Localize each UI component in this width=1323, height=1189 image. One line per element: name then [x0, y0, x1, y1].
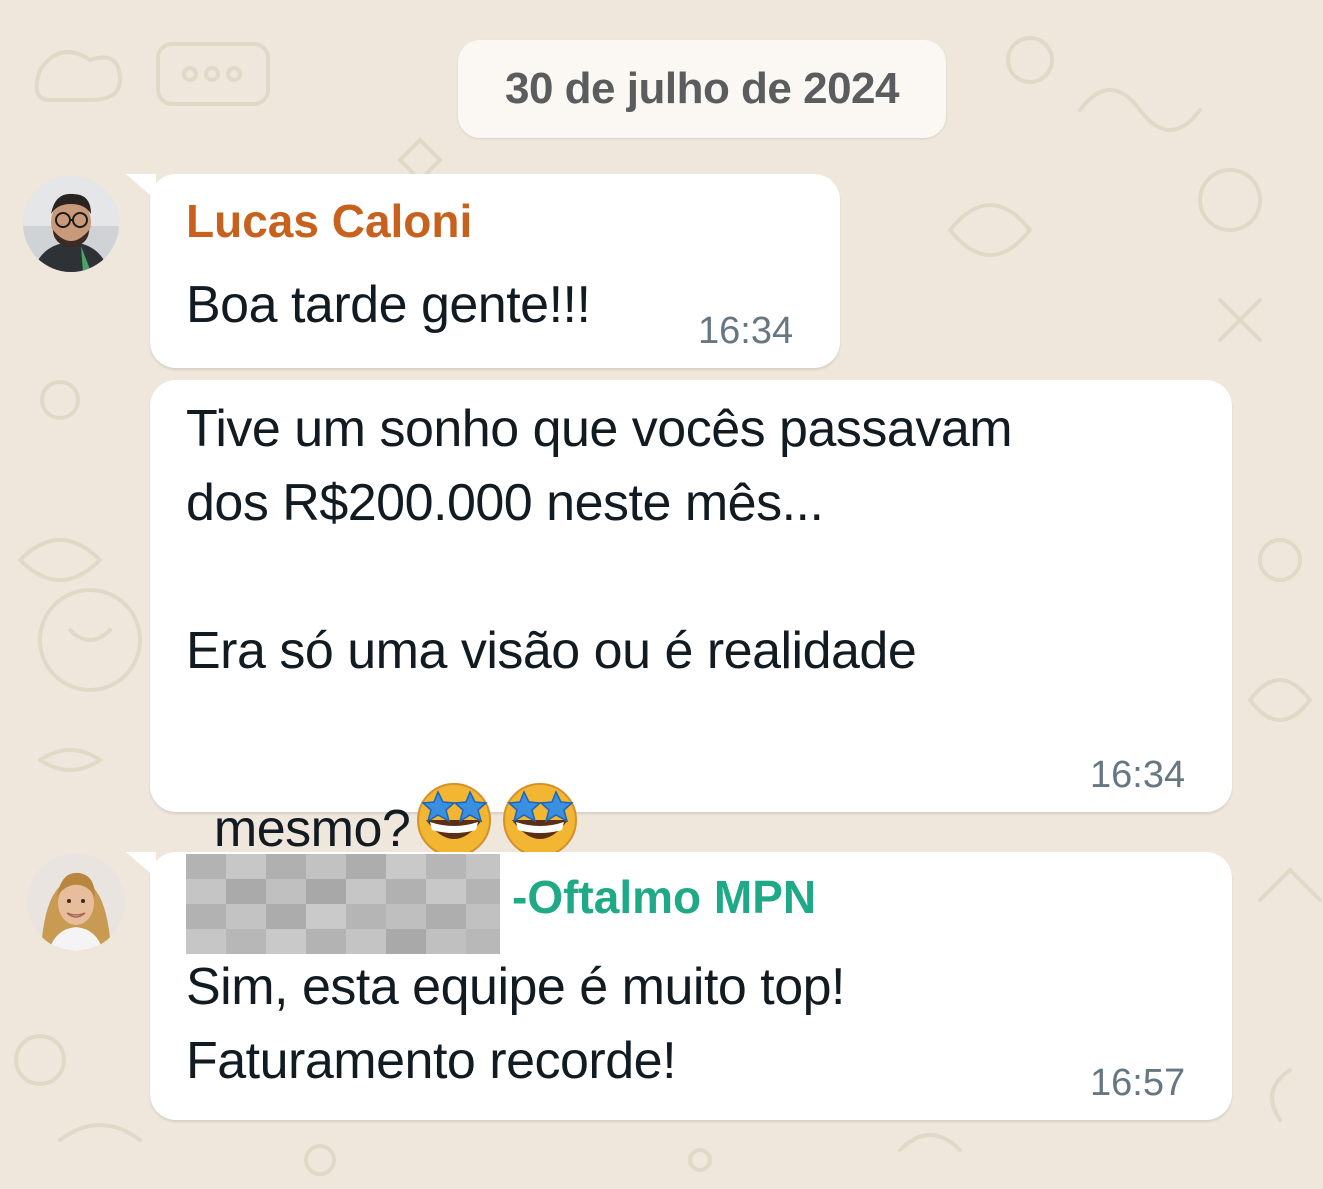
message-time: 16:34 — [698, 310, 794, 352]
message-text-line: Faturamento recorde! — [186, 1032, 677, 1090]
message-time: 16:57 — [1090, 1062, 1186, 1104]
message-text-line: Sim, esta equipe é muito top! — [186, 958, 846, 1016]
message-time: 16:34 — [1090, 754, 1186, 796]
date-separator: 30 de julho de 2024 — [458, 40, 946, 138]
message-text: Boa tarde gente!!! — [186, 276, 591, 334]
sender-name[interactable]: Lucas Caloni — [186, 194, 472, 248]
obscured-sender-name — [186, 854, 500, 954]
star-struck-emoji-icon — [503, 783, 578, 857]
star-struck-emoji-icon — [417, 783, 492, 857]
message-text-last-line: mesmo? — [186, 702, 582, 866]
sender-avatar-lucas[interactable] — [23, 176, 119, 272]
sender-avatar-oftalmo[interactable] — [27, 853, 125, 951]
woman-smiling-avatar-icon — [27, 853, 125, 951]
message-text-line: dos R$200.000 neste mês... — [186, 474, 824, 532]
message-text-line: mesmo? — [213, 800, 411, 858]
message-text-line: Era só uma visão ou é realidade — [186, 622, 917, 680]
message-text-line: Tive um sonho que vocês passavam — [186, 400, 1013, 458]
man-with-glasses-avatar-icon — [23, 176, 119, 272]
sender-name[interactable]: -Oftalmo MPN — [512, 870, 816, 924]
